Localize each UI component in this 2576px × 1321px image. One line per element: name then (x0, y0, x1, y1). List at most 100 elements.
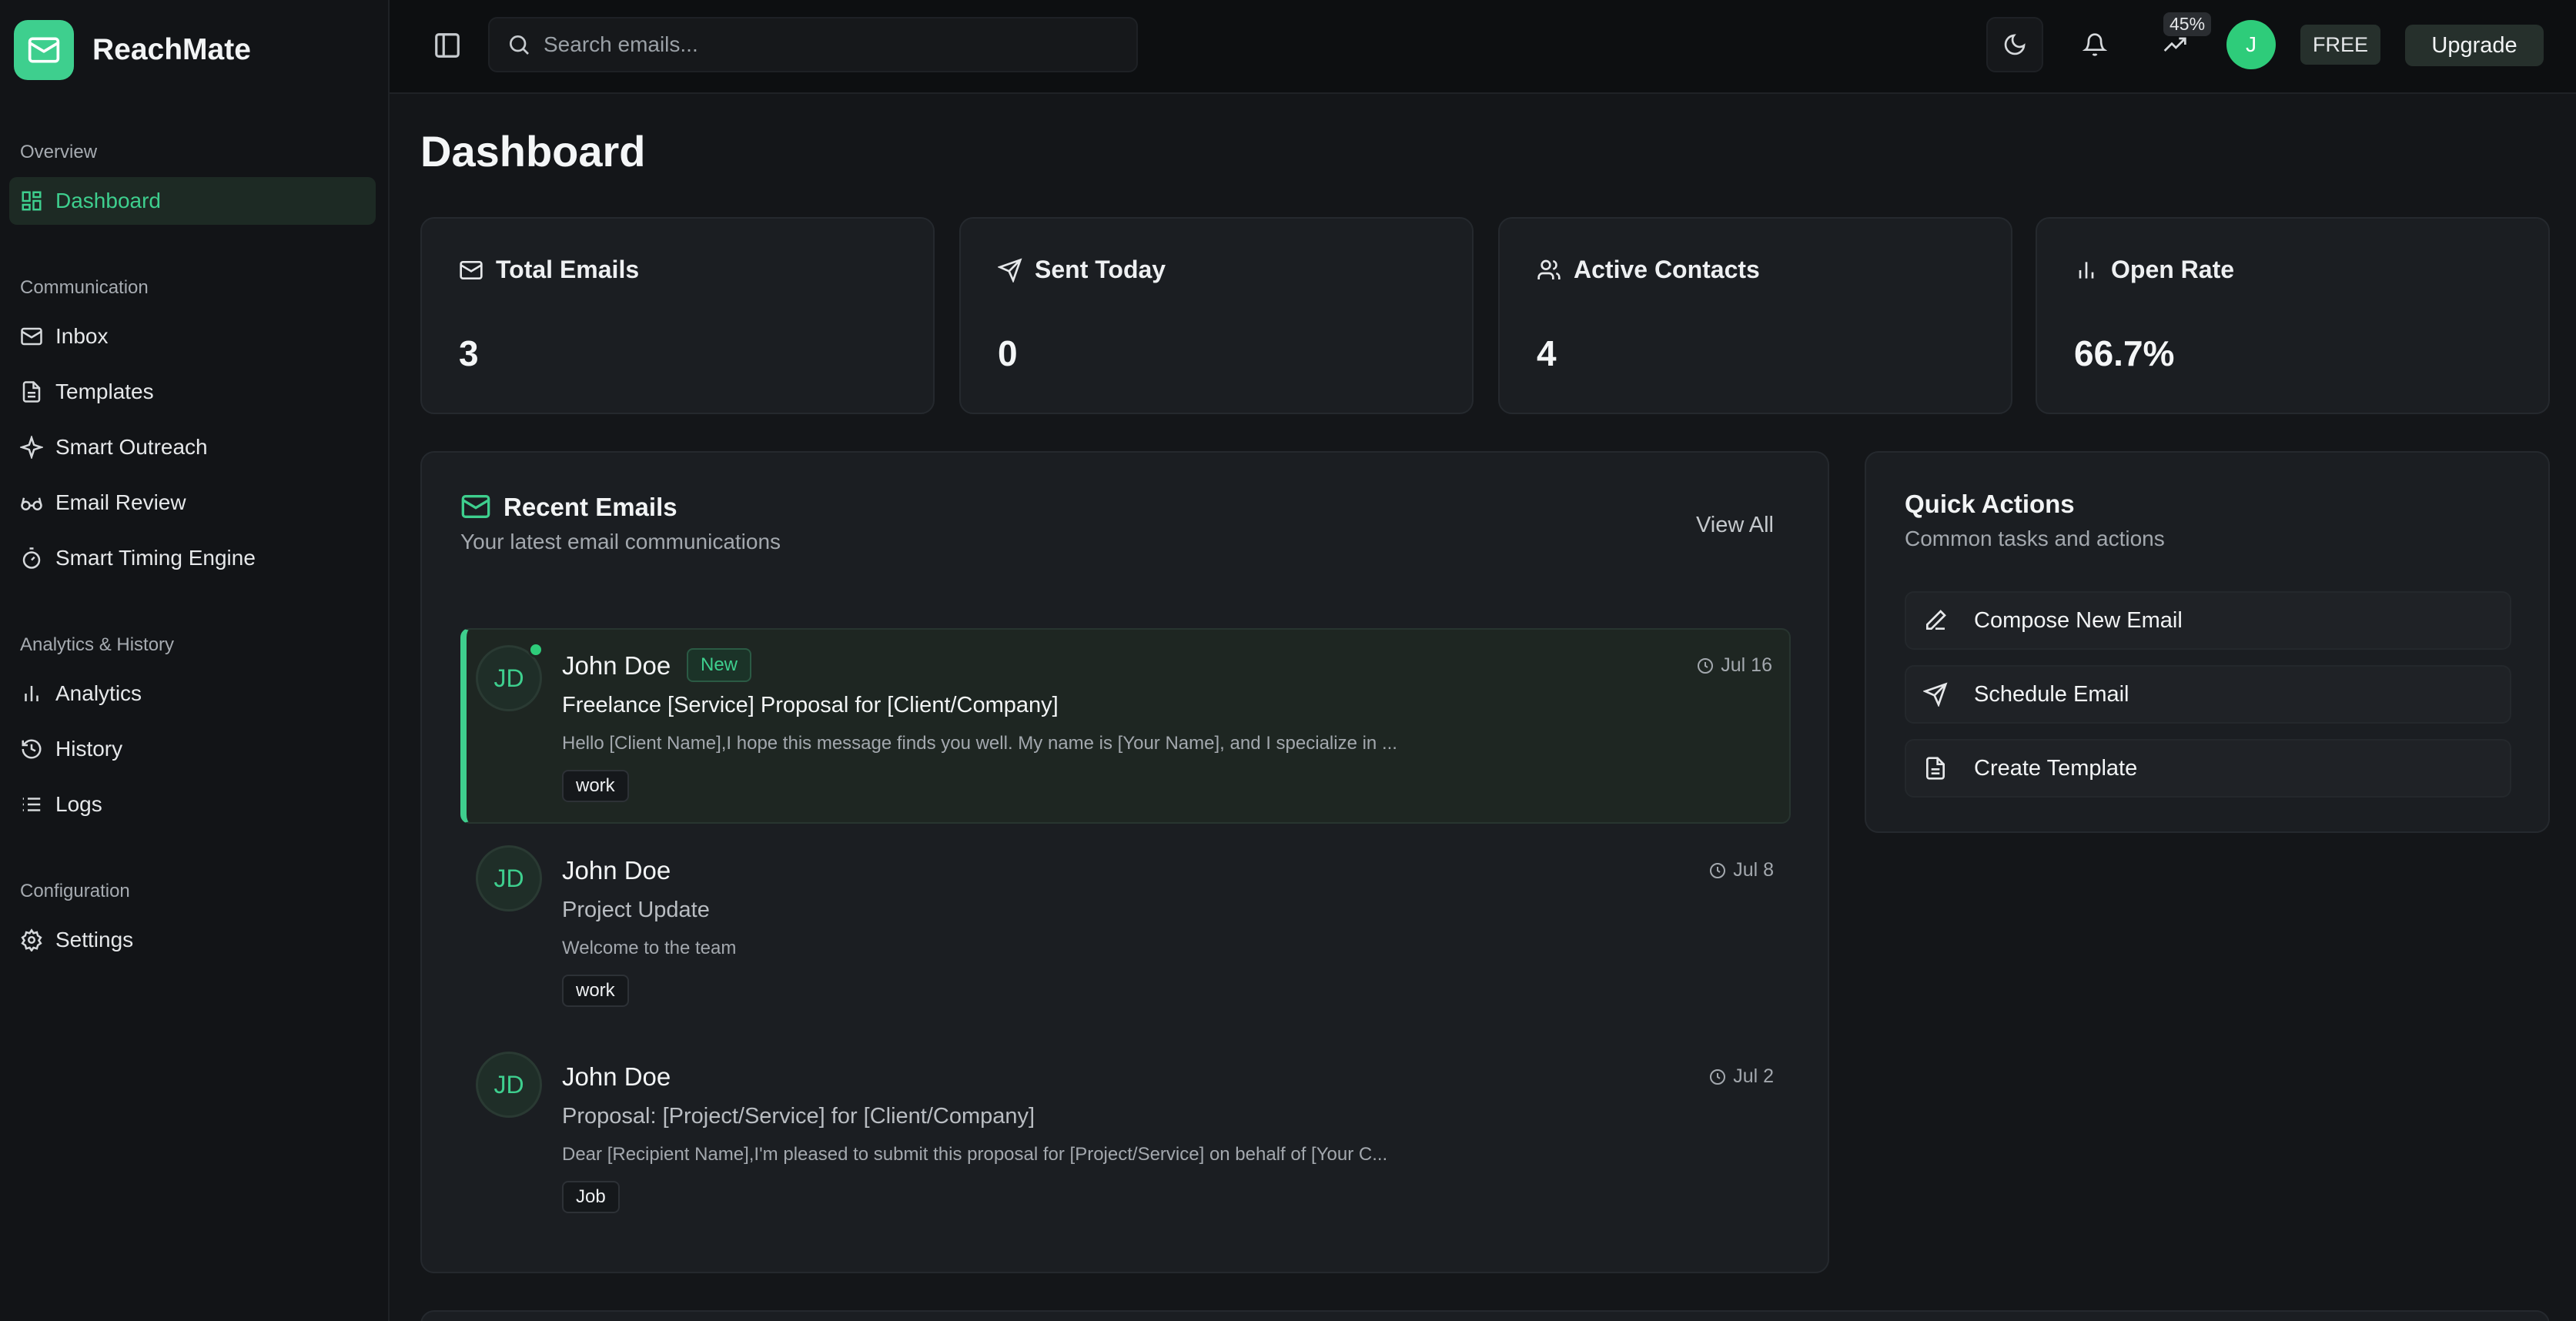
bar-chart-icon (20, 682, 43, 705)
nav-section-communication: Communication (20, 277, 149, 298)
mail-icon (20, 325, 43, 348)
search-icon (507, 32, 531, 57)
schedule-email-button[interactable]: Schedule Email (1905, 665, 2511, 724)
theme-toggle-button[interactable] (1986, 17, 2043, 72)
sidebar-item-logs[interactable]: Logs (9, 781, 376, 828)
stat-value: 4 (1537, 333, 1557, 373)
email-list-item[interactable]: JD John Doe Jul 8 Project Update Welcome… (460, 834, 1791, 1030)
view-all-link[interactable]: View All (1696, 513, 1774, 538)
brand[interactable]: ReachMate (14, 20, 251, 80)
sidebar-item-analytics[interactable]: Analytics (9, 670, 376, 717)
sidebar-item-history[interactable]: History (9, 725, 376, 773)
logo-mail-icon (14, 20, 74, 80)
sidebar-item-label: Analytics (55, 681, 142, 705)
sidebar-item-smart-outreach[interactable]: Smart Outreach (9, 423, 376, 471)
stat-label: Total Emails (496, 256, 640, 283)
users-icon (1537, 258, 1561, 283)
sidebar-item-label: Dashboard (55, 189, 161, 212)
stat-card-open-rate: Open Rate 66.7% (2036, 217, 2550, 414)
sidebar-item-label: History (55, 737, 123, 761)
email-sender: John Doe (562, 1062, 671, 1091)
compose-new-email-button[interactable]: Compose New Email (1905, 591, 2511, 650)
sidebar: ReachMate Overview Dashboard Communicati… (0, 0, 390, 1321)
sidebar-item-label: Settings (55, 928, 134, 951)
file-text-icon (20, 380, 43, 403)
stat-card-active-contacts: Active Contacts 4 (1498, 217, 2012, 414)
file-text-icon (1923, 756, 1948, 781)
email-date-text: Jul 2 (1733, 1065, 1774, 1087)
quick-actions-panel: Quick Actions Common tasks and actions C… (1865, 451, 2550, 833)
history-icon (20, 737, 43, 761)
email-tag: work (562, 975, 629, 1007)
app-name: ReachMate (92, 33, 251, 66)
email-date: Jul 2 (1708, 1065, 1774, 1088)
sidebar-item-inbox[interactable]: Inbox (9, 313, 376, 360)
pencil-icon (1923, 608, 1948, 633)
sender-avatar: JD (476, 845, 542, 911)
nav-section-configuration: Configuration (20, 881, 130, 901)
sidebar-item-settings[interactable]: Settings (9, 916, 376, 964)
plan-badge: FREE (2300, 25, 2380, 65)
sidebar-toggle-icon[interactable] (433, 31, 462, 60)
recent-emails-panel: Recent Emails Your latest email communic… (420, 451, 1829, 1273)
stat-label: Active Contacts (1574, 256, 1760, 283)
email-sender: John Doe (562, 651, 671, 680)
create-template-button[interactable]: Create Template (1905, 739, 2511, 798)
bottom-panel (420, 1310, 2550, 1321)
sidebar-item-templates[interactable]: Templates (9, 368, 376, 416)
clock-icon (1708, 1068, 1727, 1086)
quick-actions-title: Quick Actions (1905, 490, 2075, 518)
usage-percent-badge: 45% (2163, 12, 2212, 36)
notifications-button[interactable] (2066, 17, 2123, 72)
list-icon (20, 793, 43, 816)
email-date: Jul 16 (1696, 654, 1772, 677)
send-icon (1923, 682, 1948, 707)
email-date-text: Jul 16 (1721, 654, 1772, 676)
sidebar-item-smart-timing-engine[interactable]: Smart Timing Engine (9, 534, 376, 582)
top-bar: 45% J FREE Upgrade (390, 0, 2576, 94)
email-preview: Hello [Client Name],I hope this message … (562, 733, 1397, 754)
sidebar-item-label: Smart Outreach (55, 435, 208, 459)
sidebar-item-email-review[interactable]: Email Review (9, 479, 376, 527)
email-date-text: Jul 8 (1733, 859, 1774, 881)
clock-icon (1696, 657, 1715, 675)
moon-icon (2002, 32, 2027, 57)
stat-card-total-emails: Total Emails 3 (420, 217, 935, 414)
email-subject: Proposal: [Project/Service] for [Client/… (562, 1104, 1035, 1129)
sidebar-item-label: Email Review (55, 490, 186, 514)
email-subject: Project Update (562, 898, 710, 922)
stat-label: Sent Today (1035, 256, 1166, 283)
email-list-item[interactable]: JD John Doe Jul 2 Proposal: [Project/Ser… (460, 1041, 1791, 1236)
stat-label: Open Rate (2111, 256, 2235, 283)
stat-card-sent-today: Sent Today 0 (959, 217, 1474, 414)
timer-icon (20, 547, 43, 570)
clock-icon (1708, 861, 1727, 880)
mail-icon (459, 258, 483, 283)
upgrade-button[interactable]: Upgrade (2405, 25, 2544, 66)
stat-value: 66.7% (2074, 333, 2175, 373)
new-badge: New (687, 648, 752, 682)
sidebar-item-label: Templates (55, 380, 154, 403)
sidebar-item-dashboard[interactable]: Dashboard (9, 177, 376, 225)
email-tag: work (562, 770, 629, 802)
unread-indicator (528, 642, 544, 657)
email-preview: Dear [Recipient Name],I'm pleased to sub… (562, 1144, 1388, 1165)
stat-value: 0 (998, 333, 1018, 373)
bar-chart-icon (2074, 258, 2099, 283)
nav-section-overview: Overview (20, 142, 98, 162)
recent-emails-title: Recent Emails (503, 493, 677, 521)
glasses-icon (20, 491, 43, 514)
layout-dashboard-icon (20, 189, 43, 212)
sidebar-item-label: Smart Timing Engine (55, 546, 256, 570)
gear-icon (20, 928, 43, 951)
sidebar-item-label: Inbox (55, 324, 109, 348)
search-bar[interactable] (488, 17, 1138, 72)
mail-icon (460, 491, 491, 522)
stat-value: 3 (459, 333, 479, 373)
quick-action-label: Create Template (1974, 755, 2138, 781)
email-tag: Job (562, 1181, 620, 1213)
user-avatar[interactable]: J (2226, 20, 2276, 69)
search-input[interactable] (544, 32, 1129, 57)
email-list-item[interactable]: JD John Doe New Jul 16 Freelance [Servic… (460, 628, 1791, 824)
email-preview: Welcome to the team (562, 938, 737, 958)
